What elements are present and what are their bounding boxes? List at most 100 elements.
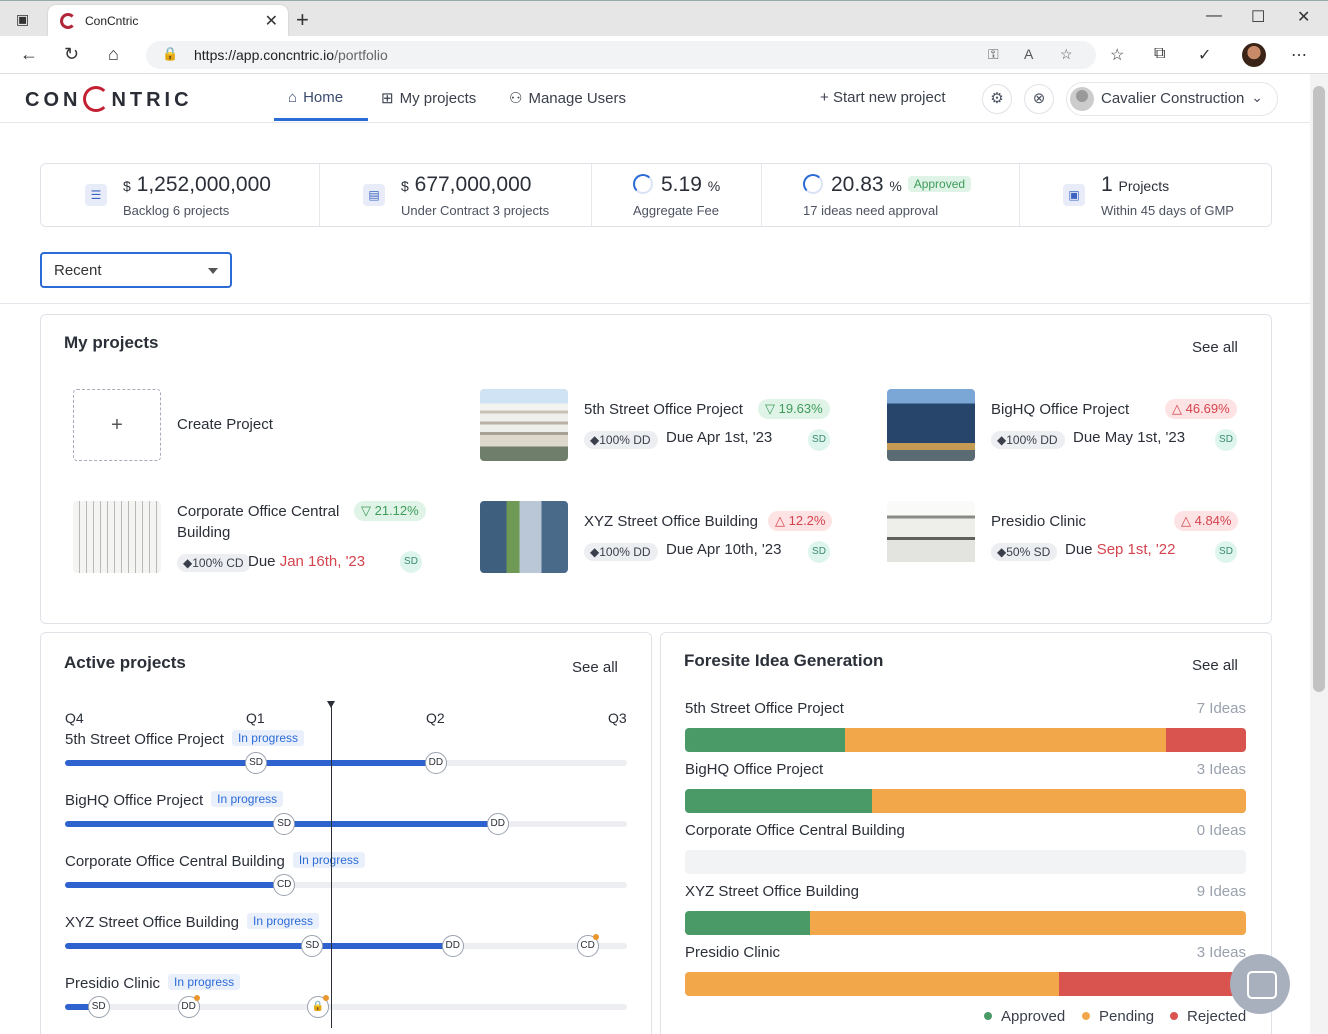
key-icon[interactable]: ⚿ xyxy=(988,46,999,63)
tab-favicon-icon xyxy=(60,13,76,29)
favorites-icon[interactable]: ☆ xyxy=(1110,45,1124,65)
legend-approved: Approved xyxy=(984,1008,1065,1025)
project-stage-avatar: SD xyxy=(808,541,830,563)
project-tile[interactable]: XYZ Street Office Building △ 12.2% ◆100%… xyxy=(480,501,850,581)
nav-manage-users[interactable]: ⚇ Manage Users xyxy=(509,89,626,108)
create-project-label[interactable]: Create Project xyxy=(177,414,357,435)
backlog-label: Backlog 6 projects xyxy=(123,203,230,218)
nav-active-indicator xyxy=(274,118,368,121)
lock-milestone-icon[interactable]: 🔒 xyxy=(306,995,329,1018)
timeline-project-label[interactable]: XYZ Street Office Building In progress xyxy=(65,913,320,931)
help-button[interactable]: ⊗ xyxy=(1024,84,1054,114)
milestone-marker[interactable]: SD xyxy=(87,996,110,1018)
more-icon[interactable]: ⋯ xyxy=(1291,45,1307,65)
lock-icon[interactable]: 🔒 xyxy=(162,46,178,62)
user-gear-icon: ⚇ xyxy=(509,90,523,107)
favorite-add-icon[interactable]: ☆ xyxy=(1060,46,1073,63)
milestone-marker[interactable]: SD xyxy=(273,813,296,835)
read-aloud-icon[interactable]: A xyxy=(1024,46,1033,62)
stat-divider xyxy=(591,164,592,226)
extensions-icon[interactable]: ✓ xyxy=(1198,45,1211,65)
refresh-icon[interactable]: ↻ xyxy=(64,44,79,65)
idea-count: 0 Ideas xyxy=(1196,822,1246,839)
page-scrollbar[interactable] xyxy=(1310,74,1328,1034)
milestone-marker[interactable]: CD xyxy=(576,934,599,957)
project-phase-badge: ◆100% DD xyxy=(584,431,658,449)
idea-stacked-bar[interactable] xyxy=(685,972,1246,996)
milestone-marker[interactable]: DD xyxy=(441,935,464,957)
active-projects-see-all[interactable]: See all xyxy=(572,659,618,676)
scrollbar-thumb[interactable] xyxy=(1313,86,1325,692)
foresite-ideas-title: Foresite Idea Generation xyxy=(684,651,884,670)
minimize-icon[interactable]: — xyxy=(1206,7,1222,25)
timeline-project-label[interactable]: Presidio Clinic In progress xyxy=(65,974,241,992)
idea-segment-rejected xyxy=(1166,728,1246,752)
idea-project-name[interactable]: BigHQ Office Project xyxy=(685,761,823,778)
gear-icon: ⚙ xyxy=(990,90,1004,107)
sort-select[interactable]: Recent xyxy=(40,252,232,288)
project-name[interactable]: Presidio Clinic xyxy=(991,511,1171,532)
project-tile[interactable]: Corporate Office Central Building ▽ 21.1… xyxy=(73,501,443,581)
browser-tab[interactable]: ConCntric ✕ xyxy=(48,5,288,37)
status-badge: In progress xyxy=(246,913,320,929)
fee-progress-icon xyxy=(633,174,653,194)
timeline-progress xyxy=(65,943,453,949)
profile-avatar[interactable] xyxy=(1242,43,1266,67)
start-new-project-button[interactable]: + Start new project xyxy=(820,89,946,106)
project-tile[interactable]: BigHQ Office Project △ 46.69% ◆100% DD D… xyxy=(887,389,1257,469)
tab-close-icon[interactable]: ✕ xyxy=(265,11,278,31)
project-stage-avatar: SD xyxy=(400,551,422,573)
company-selector[interactable]: Cavalier Construction ⌄ xyxy=(1066,82,1278,116)
timeline-project-label[interactable]: BigHQ Office Project In progress xyxy=(65,791,284,809)
concntric-logo[interactable]: CON NTRIC xyxy=(25,86,193,112)
project-tile[interactable]: 5th Street Office Project ▽ 19.63% ◆100%… xyxy=(480,389,850,469)
timeline-project-label[interactable]: Corporate Office Central Building In prog… xyxy=(65,852,365,870)
back-icon[interactable]: ← xyxy=(20,44,38,65)
new-tab-icon[interactable]: + xyxy=(296,7,309,33)
nav-home-label: Home xyxy=(303,89,344,106)
project-name[interactable]: XYZ Street Office Building xyxy=(584,511,764,532)
project-name[interactable]: Corporate Office Central Building xyxy=(177,501,357,543)
chat-launcher-button[interactable] xyxy=(1230,954,1290,1014)
home-icon: ⌂ xyxy=(288,89,298,106)
idea-stacked-bar[interactable] xyxy=(685,850,1246,874)
project-variance-badge: ▽ 19.63% xyxy=(758,399,830,419)
window-close-icon[interactable]: ✕ xyxy=(1297,7,1310,27)
timeline-project-label[interactable]: 5th Street Office Project In progress xyxy=(65,730,304,748)
project-tile[interactable]: Presidio Clinic △ 4.84% ◆50% SD Due Sep … xyxy=(887,501,1257,581)
status-badge: In progress xyxy=(211,791,284,807)
stat-divider xyxy=(319,164,320,226)
idea-stacked-bar[interactable] xyxy=(685,728,1246,752)
milestone-marker[interactable]: DD xyxy=(177,995,200,1018)
tab-actions-icon[interactable]: ▣ xyxy=(16,11,32,27)
home-icon[interactable]: ⌂ xyxy=(108,44,119,65)
maximize-icon[interactable]: ☐ xyxy=(1251,7,1265,27)
project-name[interactable]: BigHQ Office Project xyxy=(991,399,1171,420)
project-due-date: Due Apr 10th, '23 xyxy=(666,541,782,558)
idea-project-name[interactable]: Corporate Office Central Building xyxy=(685,822,905,839)
idea-stacked-bar[interactable] xyxy=(685,789,1246,813)
nav-my-projects[interactable]: ⊞ My projects xyxy=(381,89,477,108)
collections-icon[interactable]: ⧉ xyxy=(1154,45,1165,63)
stats-bar: ☰ $ 1,252,000,000 Backlog 6 projects ▤ $… xyxy=(40,163,1272,227)
address-bar[interactable]: 🔒 https://app.concntric.io/portfolio ⚿ A… xyxy=(146,41,1096,69)
foresite-ideas-see-all[interactable]: See all xyxy=(1192,657,1238,674)
milestone-marker[interactable]: CD xyxy=(273,874,296,896)
idea-project-name[interactable]: Presidio Clinic xyxy=(685,944,780,961)
idea-project-name[interactable]: XYZ Street Office Building xyxy=(685,883,859,900)
milestone-marker[interactable]: DD xyxy=(486,813,509,835)
idea-stacked-bar[interactable] xyxy=(685,911,1246,935)
nav-my-projects-label: My projects xyxy=(399,89,477,107)
create-project-plus[interactable]: + xyxy=(73,389,161,461)
milestone-marker[interactable]: DD xyxy=(424,752,447,774)
nav-home[interactable]: ⌂ Home xyxy=(288,89,343,106)
status-badge: In progress xyxy=(292,852,365,868)
project-name[interactable]: 5th Street Office Project xyxy=(584,399,764,420)
aggregate-fee-value: 5.19 % xyxy=(661,173,721,196)
settings-button[interactable]: ⚙ xyxy=(982,84,1012,114)
idea-project-name[interactable]: 5th Street Office Project xyxy=(685,700,844,717)
notification-dot xyxy=(322,995,329,1001)
milestone-marker[interactable]: SD xyxy=(245,752,268,774)
my-projects-see-all[interactable]: See all xyxy=(1192,339,1238,356)
create-project-tile[interactable]: + Create Project xyxy=(73,389,443,469)
